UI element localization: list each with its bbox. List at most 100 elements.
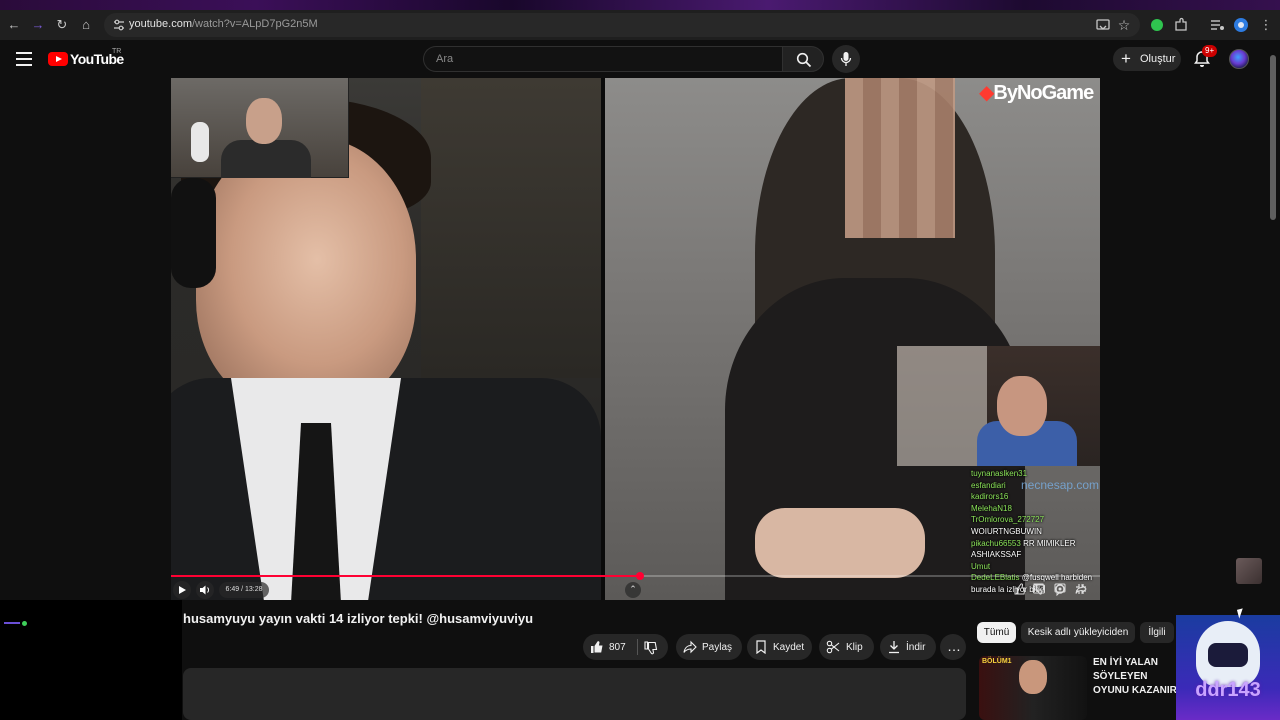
streamer-webcam	[897, 346, 1100, 466]
clip-button[interactable]: Klip	[819, 634, 874, 660]
bookmark-icon	[756, 640, 766, 654]
streamer-name: ddr143	[1195, 679, 1261, 701]
more-icon: …	[947, 638, 961, 654]
chat-text: RR MIMIKLER	[1023, 538, 1076, 548]
time-display: 6:49 / 13:28	[219, 582, 269, 598]
like-dislike-group: 807	[583, 634, 668, 660]
chat-message: tuynanaslken31	[971, 468, 1100, 480]
volume-button[interactable]	[196, 581, 214, 599]
extension-green-icon[interactable]	[1148, 16, 1166, 34]
scissors-icon	[826, 640, 840, 654]
captions-icon[interactable]	[1032, 582, 1046, 596]
download-label: İndir	[906, 642, 926, 653]
plus-icon: +	[1121, 49, 1131, 68]
chat-username: MelehaN18	[971, 503, 1012, 513]
url-host: youtube.com	[129, 18, 192, 30]
chip-all[interactable]: Tümü	[977, 622, 1016, 643]
page-scrollbar[interactable]	[1270, 55, 1276, 220]
like-count[interactable]: 807	[609, 642, 626, 653]
download-icon	[889, 641, 899, 654]
chat-message: kadirors16	[971, 491, 1100, 503]
video-title: husamyuyu yayın vakti 14 izliyor tepki! …	[183, 611, 534, 626]
chat-message: MelehaN18	[971, 503, 1100, 515]
profile-avatar-icon[interactable]	[1232, 16, 1250, 34]
create-label: Oluştur	[1140, 53, 1176, 65]
chat-message: WOIURTNGBUWIN	[971, 526, 1100, 538]
channel-watermark: ◆ByNoGame	[979, 82, 1094, 104]
chip-related[interactable]: İlgili	[1140, 622, 1174, 643]
country-code: TR	[112, 48, 122, 55]
fullscreen-exit-icon[interactable]	[1074, 582, 1088, 596]
cast-icon[interactable]	[1094, 16, 1112, 34]
stream-chat-overlay: tuynanaslken31 esfandiari kadirors16 Mel…	[971, 468, 1100, 600]
forward-icon[interactable]: →	[28, 15, 48, 35]
chat-username: tuynanaslken31	[971, 469, 1028, 478]
chat-message: TrOmlorova_272727	[971, 514, 1100, 526]
chat-text: WOIURTNGBUWIN	[971, 526, 1042, 536]
progress-scrubber[interactable]	[636, 572, 644, 580]
episode-badge: BÖLÜM1	[982, 658, 1012, 665]
chat-message: pikachu66553 RR MIMIKLER	[971, 538, 1100, 550]
chat-message: Umut	[971, 561, 1100, 573]
progress-played	[171, 575, 640, 577]
corner-thumbnail	[1236, 558, 1262, 584]
youtube-play-icon	[48, 52, 68, 66]
share-label: Paylaş	[702, 642, 733, 653]
search-input[interactable]: Ara	[423, 46, 782, 72]
chip-from-uploader[interactable]: Kesik adlı yükleyiciden	[1021, 622, 1135, 643]
site-settings-icon[interactable]	[112, 18, 126, 32]
microphone-icon	[840, 52, 852, 66]
save-button[interactable]: Kaydet	[747, 634, 812, 660]
chat-text: ASHIAKSSAF	[971, 550, 1022, 560]
back-icon[interactable]: ←	[4, 15, 24, 35]
thumbs-down-icon[interactable]	[644, 641, 658, 655]
menu-icon[interactable]	[16, 52, 32, 66]
share-icon	[683, 640, 697, 654]
home-icon[interactable]: ⌂	[76, 15, 96, 35]
reactor-webcam	[171, 78, 349, 178]
notification-badge: 9+	[1202, 45, 1218, 57]
chat-username: Umut	[971, 561, 991, 571]
media-queue-icon[interactable]	[1208, 16, 1226, 34]
browser-toolbar: ← → ↻ ⌂ youtube.com/watch?v=ALpD7pG2n5M …	[0, 10, 1280, 40]
clip-label: Klip	[846, 642, 863, 653]
search-placeholder: Ara	[436, 53, 454, 65]
url-text: youtube.com/watch?v=ALpD7pG2n5M	[129, 18, 318, 30]
save-label: Kaydet	[773, 642, 805, 653]
youtube-header: YouTube TR Ara + Oluştur 9+	[0, 40, 1280, 78]
extensions-puzzle-icon[interactable]	[1172, 16, 1190, 34]
browser-tab-strip	[0, 0, 1280, 10]
chevron-up-icon[interactable]: ⌃	[625, 582, 641, 598]
description-box[interactable]	[183, 668, 966, 720]
share-button[interactable]: Paylaş	[676, 634, 742, 660]
account-avatar[interactable]	[1229, 49, 1249, 69]
stream-overlay-panel	[0, 600, 182, 720]
url-path: /watch?v=ALpD7pG2n5M	[191, 18, 318, 30]
chat-username: esfandiari	[971, 480, 1006, 490]
reload-icon[interactable]: ↻	[52, 15, 72, 35]
volume-icon	[200, 585, 210, 595]
settings-icon[interactable]	[1053, 582, 1067, 596]
thumbs-up-icon[interactable]	[590, 640, 604, 654]
streamer-logo: ddr143	[1176, 615, 1280, 720]
voice-search-button[interactable]	[832, 45, 860, 73]
recommended-thumbnail[interactable]: BÖLÜM1	[979, 656, 1087, 720]
pixelated-face	[845, 78, 955, 238]
chat-message: esfandiari	[971, 480, 1100, 492]
search-button[interactable]	[782, 46, 824, 72]
watermark-text: ByNoGame	[993, 82, 1094, 104]
bookmark-star-icon[interactable]: ☆	[1114, 15, 1134, 35]
address-bar[interactable]: youtube.com/watch?v=ALpD7pG2n5M ☆	[104, 13, 1140, 37]
chat-message: ASHIAKSSAF	[971, 549, 1100, 561]
mouse-cursor	[1236, 608, 1246, 619]
chat-username: kadirors16	[971, 492, 1009, 502]
create-button[interactable]: + Oluştur	[1113, 47, 1181, 71]
video-player[interactable]: ◆ByNoGame necnesap.com tuynanaslken31 es…	[171, 78, 1100, 600]
download-button[interactable]: İndir	[880, 634, 936, 660]
like-overlay-icon[interactable]	[1013, 582, 1027, 596]
recommended-title[interactable]: EN İYİ YALAN SÖYLEYEN OYUNU KAZANIR	[1093, 656, 1183, 720]
play-button[interactable]	[173, 581, 191, 599]
more-actions-button[interactable]: …	[940, 634, 966, 660]
search-icon	[796, 52, 812, 68]
browser-menu-icon[interactable]: ⋮	[1256, 15, 1276, 35]
